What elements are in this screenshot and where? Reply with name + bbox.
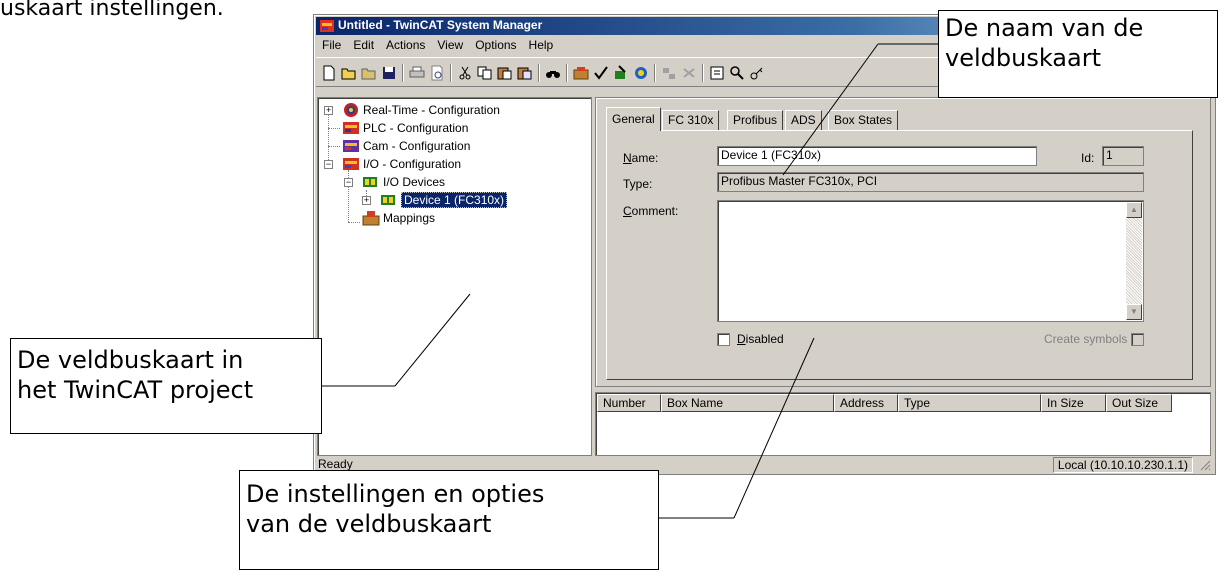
callout-line: De naam van de: [945, 14, 1144, 42]
callout-line: De instellingen en opties: [246, 480, 545, 508]
callout-device-name: De naam van de veldbuskaart: [938, 10, 1218, 98]
leader-line-name: [782, 43, 879, 176]
callout-line: De veldbuskaart in: [17, 346, 244, 374]
leader-line-tree: [394, 293, 471, 387]
callout-line: veldbuskaart: [945, 44, 1101, 72]
leader-line-settings: [733, 337, 815, 519]
callout-settings: De instellingen en opties van de veldbus…: [239, 470, 659, 570]
tab-general[interactable]: General: [606, 107, 661, 131]
callout-tree: De veldbuskaart in het TwinCAT project: [10, 338, 322, 434]
callout-line: van de veldbuskaart: [246, 510, 492, 538]
callout-line: het TwinCAT project: [17, 376, 254, 404]
